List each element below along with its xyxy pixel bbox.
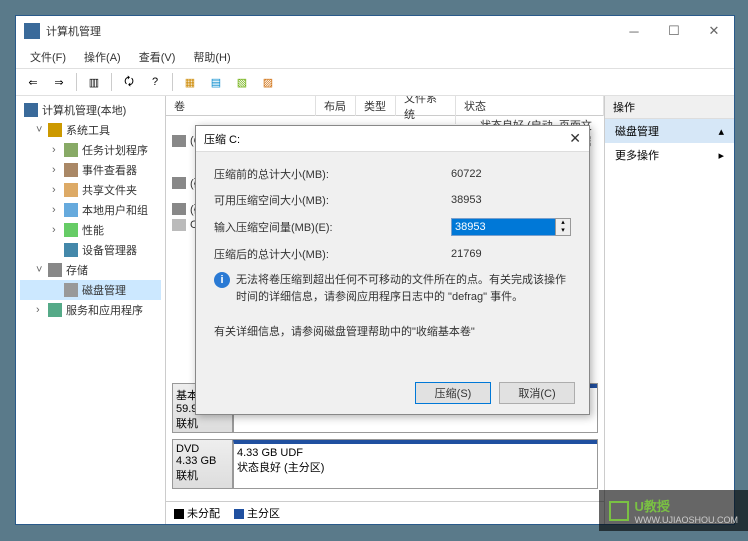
help-icon[interactable]: ? — [144, 71, 166, 93]
legend: 未分配 主分区 — [166, 501, 604, 524]
view3-icon[interactable]: ▧ — [231, 71, 253, 93]
tree-event-viewer[interactable]: ›事件查看器 — [20, 160, 161, 180]
caret-right-icon: ▸ — [718, 149, 724, 162]
before-size-label: 压缩前的总计大小(MB): — [214, 166, 451, 182]
note-text: 有关详细信息，请参阅磁盘管理帮助中的"收缩基本卷" — [214, 323, 571, 339]
menu-help[interactable]: 帮助(H) — [185, 47, 238, 67]
window-title: 计算机管理 — [46, 23, 101, 39]
tree-shared-folders[interactable]: ›共享文件夹 — [20, 180, 161, 200]
shrink-button[interactable]: 压缩(S) — [415, 382, 491, 404]
tree-system-tools[interactable]: ˅系统工具 — [20, 120, 161, 140]
view2-icon[interactable]: ▤ — [205, 71, 227, 93]
actions-more[interactable]: 更多操作▸ — [605, 143, 734, 167]
shrink-amount-input[interactable] — [451, 218, 556, 236]
close-button[interactable]: ✕ — [694, 16, 734, 46]
tree-services[interactable]: ›服务和应用程序 — [20, 300, 161, 320]
pane-icon[interactable]: ▥ — [83, 71, 105, 93]
spinner[interactable]: ▴▾ — [555, 218, 571, 236]
info-icon: i — [214, 272, 230, 288]
menubar: 文件(F) 操作(A) 查看(V) 帮助(H) — [16, 46, 734, 68]
maximize-button[interactable]: ☐ — [654, 16, 694, 46]
minimize-button[interactable]: ─ — [614, 16, 654, 46]
shrink-dialog: 压缩 C: ✕ 压缩前的总计大小(MB): 60722 可用压缩空间大小(MB)… — [195, 125, 590, 415]
spin-down-icon: ▾ — [556, 227, 570, 235]
before-size-value: 60722 — [451, 168, 571, 180]
actions-pane: 操作 磁盘管理▴ 更多操作▸ — [604, 96, 734, 524]
actions-header: 操作 — [605, 96, 734, 119]
refresh-icon[interactable]: 🗘 — [118, 71, 140, 93]
dialog-close-button[interactable]: ✕ — [569, 130, 581, 147]
volume-header: 卷 布局 类型 文件系统 状态 — [166, 96, 604, 116]
col-layout[interactable]: 布局 — [316, 96, 356, 116]
tree-task-scheduler[interactable]: ›任务计划程序 — [20, 140, 161, 160]
tree-storage[interactable]: ˅存储 — [20, 260, 161, 280]
view1-icon[interactable]: ▦ — [179, 71, 201, 93]
watermark-logo-icon — [609, 501, 629, 521]
info-text: 无法将卷压缩到超出任何不可移动的文件所在的点。有关完成该操作时间的详细信息，请参… — [236, 272, 571, 305]
back-icon[interactable]: ⇐ — [22, 71, 44, 93]
shrink-amount-label: 输入压缩空间量(MB)(E): — [214, 219, 451, 235]
after-size-value: 21769 — [451, 248, 571, 260]
app-icon — [24, 23, 40, 39]
forward-icon[interactable]: ⇒ — [48, 71, 70, 93]
view4-icon[interactable]: ▨ — [257, 71, 279, 93]
menu-view[interactable]: 查看(V) — [131, 47, 184, 67]
avail-space-label: 可用压缩空间大小(MB): — [214, 192, 451, 208]
after-size-label: 压缩后的总计大小(MB): — [214, 246, 451, 262]
col-volume[interactable]: 卷 — [166, 96, 316, 116]
tree-local-users[interactable]: ›本地用户和组 — [20, 200, 161, 220]
col-status[interactable]: 状态 — [456, 96, 604, 116]
avail-space-value: 38953 — [451, 194, 571, 206]
navigation-tree: 计算机管理(本地) ˅系统工具 ›任务计划程序 ›事件查看器 ›共享文件夹 ›本… — [16, 96, 166, 524]
dialog-titlebar: 压缩 C: ✕ — [196, 126, 589, 152]
spin-up-icon: ▴ — [556, 219, 570, 227]
disk-1[interactable]: DVD4.33 GB联机 4.33 GB UDF状态良好 (主分区) — [172, 439, 598, 489]
watermark: U教授 WWW.UJIAOSHOU.COM — [599, 490, 748, 531]
dialog-title: 压缩 C: — [204, 131, 240, 147]
col-type[interactable]: 类型 — [356, 96, 396, 116]
toolbar: ⇐ ⇒ ▥ 🗘 ? ▦ ▤ ▧ ▨ — [16, 68, 734, 96]
titlebar: 计算机管理 ─ ☐ ✕ — [16, 16, 734, 46]
menu-action[interactable]: 操作(A) — [76, 47, 129, 67]
caret-up-icon: ▴ — [718, 125, 724, 138]
actions-diskmgmt[interactable]: 磁盘管理▴ — [605, 119, 734, 143]
tree-disk-management[interactable]: 磁盘管理 — [20, 280, 161, 300]
menu-file[interactable]: 文件(F) — [22, 47, 74, 67]
tree-root[interactable]: 计算机管理(本地) — [20, 100, 161, 120]
tree-performance[interactable]: ›性能 — [20, 220, 161, 240]
tree-device-manager[interactable]: 设备管理器 — [20, 240, 161, 260]
cancel-button[interactable]: 取消(C) — [499, 382, 575, 404]
